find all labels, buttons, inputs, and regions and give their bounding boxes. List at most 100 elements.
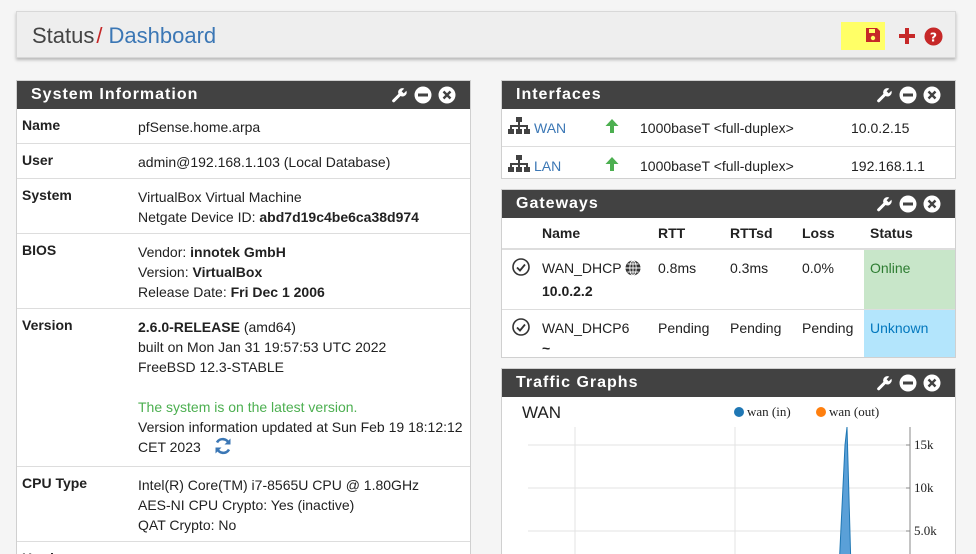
panel-title: Interfaces [516, 86, 602, 103]
gateway-address: ~ [542, 340, 551, 356]
save-icon [865, 27, 881, 46]
save-button[interactable] [841, 22, 885, 50]
column-header: RTTsd [724, 218, 796, 250]
status-badge: Online [864, 249, 955, 310]
panel-title: System Information [31, 86, 199, 103]
minus-circle-icon[interactable] [414, 86, 432, 104]
check-circle-icon [512, 258, 530, 279]
close-circle-icon[interactable] [923, 195, 941, 213]
table-row: User admin@192.168.1.103 (Local Database… [17, 143, 470, 179]
bios-vendor-label: Vendor: [138, 244, 191, 260]
table-row: LAN 1000baseT <full-duplex> 192.168.1.1 [502, 146, 955, 178]
breadcrumb-parent: Status [32, 23, 95, 48]
row-label: Version [17, 308, 133, 467]
bios-version-label: Version: [138, 264, 193, 280]
panel-title: Gateways [516, 195, 599, 212]
gateway-address: 10.0.2.2 [542, 283, 593, 299]
minus-circle-icon[interactable] [899, 374, 917, 392]
cpu-qat: QAT Crypto: No [138, 517, 237, 533]
gateways-panel: Gateways Name RTT RTTsd Loss Status WAN_… [501, 189, 956, 358]
close-circle-icon[interactable] [923, 374, 941, 392]
refresh-icon[interactable] [213, 437, 233, 460]
page-header: Status/Dashboard ? [16, 11, 956, 58]
legend-in[interactable]: wan (in) [747, 404, 791, 419]
interface-link-lan[interactable]: LAN [534, 158, 561, 174]
version-freebsd: FreeBSD 12.3-STABLE [138, 359, 285, 375]
bios-date-label: Release Date: [138, 284, 231, 300]
system-information-panel: System Information Name pfSense.home.arp… [16, 80, 471, 554]
column-header: RTT [652, 218, 724, 250]
minus-circle-icon[interactable] [899, 195, 917, 213]
gateway-name: WAN_DHCP6 [542, 320, 630, 336]
user-value: admin@192.168.1.103 (Local Database) [133, 143, 470, 179]
device-id-label: Netgate Device ID: [138, 209, 260, 225]
table-row: Name pfSense.home.arpa [17, 109, 470, 144]
interfaces-titlebar: Interfaces [502, 81, 955, 109]
status-badge: Unknown [864, 309, 955, 357]
table-row: System VirtualBox Virtual Machine Netgat… [17, 178, 470, 234]
plus-icon [899, 28, 915, 44]
traffic-graph: WAN wan (in) wan (out) 15k 10k 5.0k [522, 403, 937, 554]
row-label: Name [22, 117, 61, 133]
svg-text:?: ? [929, 30, 936, 44]
close-circle-icon[interactable] [923, 86, 941, 104]
table-row: WAN 1000baseT <full-duplex> 10.0.2.15 [502, 109, 955, 147]
y-tick-label: 15k [914, 437, 934, 452]
gateways-table: Name RTT RTTsd Loss Status WAN_DHCP 10.0… [502, 218, 955, 357]
interface-link-wan[interactable]: WAN [534, 120, 566, 136]
panel-title: Traffic Graphs [516, 374, 639, 391]
graph-label: WAN [522, 403, 561, 422]
legend-out-marker [816, 407, 826, 417]
row-label: CPU Type [17, 466, 133, 542]
wrench-icon[interactable] [875, 86, 893, 104]
table-header-row: Name RTT RTTsd Loss Status [502, 218, 955, 250]
system-platform: VirtualBox Virtual Machine [138, 189, 302, 205]
version-release: 2.6.0-RELEASE [138, 319, 240, 335]
close-circle-icon[interactable] [438, 86, 456, 104]
row-label: System [17, 178, 133, 234]
legend-out[interactable]: wan (out) [829, 404, 879, 419]
interfaces-table: WAN 1000baseT <full-duplex> 10.0.2.15 LA… [502, 109, 955, 178]
minus-circle-icon[interactable] [899, 86, 917, 104]
system-information-titlebar: System Information [17, 81, 470, 109]
hostname-value: pfSense.home.arpa [138, 119, 261, 135]
table-row: Hardware [17, 541, 470, 554]
version-status: The system is on the latest version. [138, 399, 358, 415]
cpu-aesni: AES-NI CPU Crypto: Yes (inactive) [138, 497, 355, 513]
table-row: WAN_DHCP6 ~ Pending Pending Pending Unkn… [502, 309, 955, 357]
network-icon [508, 117, 530, 138]
gateway-rtt: Pending [652, 309, 724, 357]
interface-ip: 192.168.1.1 [845, 146, 955, 178]
gateway-rttsd: 0.3ms [730, 260, 769, 276]
traffic-graphs-panel: Traffic Graphs WAN wan (in) wan (out) 15… [501, 368, 956, 554]
device-id-value: abd7d19c4be6ca38d974 [259, 209, 419, 225]
bios-version-value: VirtualBox [192, 264, 263, 280]
breadcrumb-current[interactable]: Dashboard [109, 23, 217, 48]
cpu-model: Intel(R) Core(TM) i7-8565U CPU @ 1.80GHz [138, 477, 420, 493]
table-row: CPU Type Intel(R) Core(TM) i7-8565U CPU … [17, 466, 470, 542]
gateway-loss: Pending [796, 309, 864, 357]
version-updated: Version information updated at Sun Feb 1… [138, 419, 463, 455]
breadcrumb-separator: / [96, 23, 103, 48]
add-widget-button[interactable] [897, 26, 917, 46]
interface-media: 1000baseT <full-duplex> [634, 146, 845, 178]
column-header: Loss [796, 218, 864, 250]
breadcrumb: Status/Dashboard [32, 23, 216, 49]
traffic-graphs-titlebar: Traffic Graphs [502, 369, 955, 397]
y-tick-label: 10k [914, 480, 934, 495]
gateway-loss: 0.0% [802, 260, 834, 276]
wrench-icon[interactable] [390, 86, 408, 104]
wrench-icon[interactable] [875, 195, 893, 213]
table-row: WAN_DHCP 10.0.2.2 0.8ms 0.3ms 0.0% Onlin… [502, 249, 955, 310]
gateways-titlebar: Gateways [502, 190, 955, 218]
version-arch: (amd64) [239, 319, 296, 335]
gateway-name: WAN_DHCP [542, 260, 622, 276]
gateway-rtt: 0.8ms [658, 260, 697, 276]
traffic-in-spike [839, 426, 852, 554]
interfaces-panel: Interfaces WAN 1000baseT <full-duplex> 1… [501, 80, 956, 179]
help-button[interactable]: ? [923, 26, 943, 46]
y-tick-label: 5.0k [914, 523, 937, 538]
wrench-icon[interactable] [875, 374, 893, 392]
column-header: Name [536, 218, 652, 250]
arrow-up-icon [604, 157, 620, 175]
